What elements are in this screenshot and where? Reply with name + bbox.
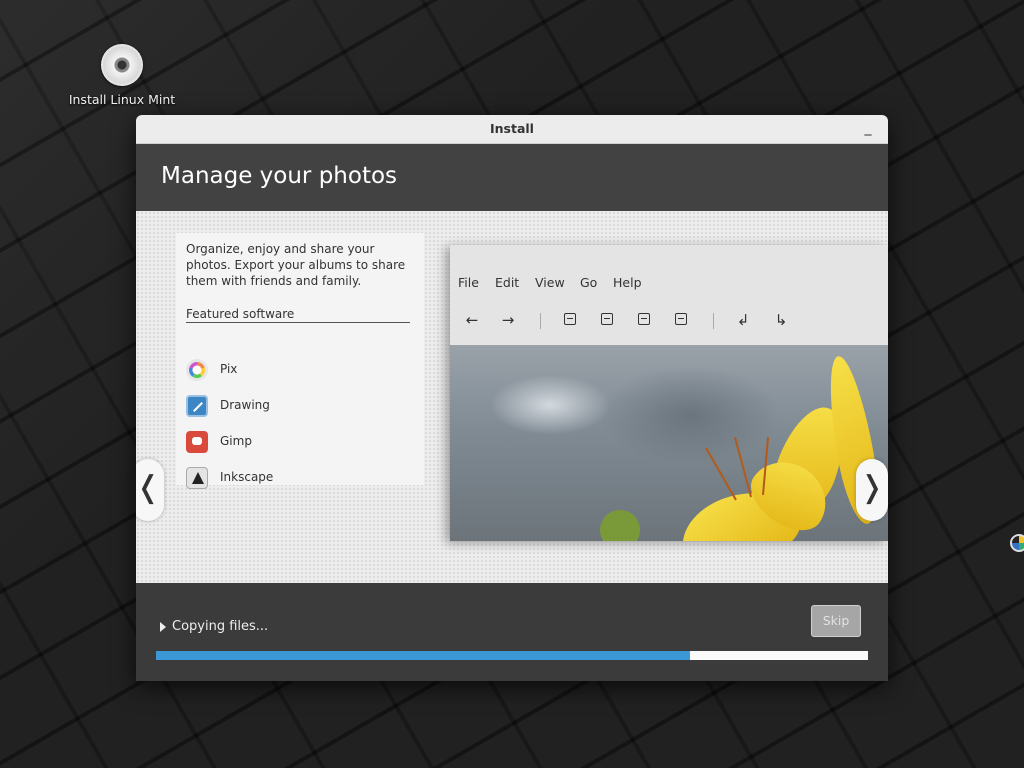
app-label: Drawing xyxy=(220,398,270,412)
progress-bar xyxy=(156,651,868,660)
slide-description: Organize, enjoy and share your photos. E… xyxy=(186,242,406,288)
featured-software-heading: Featured software xyxy=(186,307,410,323)
next-slide-button[interactable]: ❭ xyxy=(856,459,888,521)
toolbar-separator xyxy=(540,313,541,329)
rotate-left-icon: ↲ xyxy=(736,311,750,329)
minimize-button[interactable]: _ xyxy=(860,119,876,137)
install-footer: Copying files... Skip xyxy=(136,585,888,681)
status-text: Copying files... xyxy=(172,619,269,634)
disc-icon xyxy=(101,44,143,86)
stamen-shape xyxy=(705,447,737,501)
install-linux-mint-desktop-icon[interactable]: Install Linux Mint xyxy=(62,44,182,107)
zoom-normal-icon xyxy=(638,313,650,325)
lily-photo xyxy=(450,345,888,541)
app-label: Pix xyxy=(220,362,238,376)
window-title: Install xyxy=(490,121,534,136)
skip-button[interactable]: Skip xyxy=(811,605,861,637)
title-bar[interactable]: Install _ xyxy=(136,115,888,144)
zoom-fit-icon xyxy=(675,313,687,325)
preview-menu-view: View xyxy=(535,275,565,290)
app-item-pix: Pix xyxy=(186,357,386,381)
app-item-drawing: Drawing xyxy=(186,393,386,417)
forward-arrow-icon: → xyxy=(501,311,515,329)
system-tray-icon[interactable] xyxy=(1010,534,1024,552)
app-item-inkscape: Inkscape xyxy=(186,465,386,489)
page-title: Manage your photos xyxy=(161,163,398,189)
preview-menu-go: Go xyxy=(580,275,598,290)
app-label: Inkscape xyxy=(220,470,274,484)
status-expander[interactable]: Copying files... xyxy=(160,619,268,634)
toolbar-separator xyxy=(713,313,714,329)
pix-screenshot-preview: File Edit View Go Help ← → ↲ ↳ xyxy=(450,245,888,541)
slideshow-panel: Organize, enjoy and share your photos. E… xyxy=(136,211,888,583)
preview-menubar: File Edit View Go Help xyxy=(450,275,888,295)
app-label: Gimp xyxy=(220,434,252,448)
drawing-icon xyxy=(186,394,208,417)
leaf-shape xyxy=(600,510,640,541)
gimp-icon xyxy=(186,430,208,453)
expander-triangle-icon xyxy=(160,621,166,632)
preview-toolbar: ← → ↲ ↳ xyxy=(450,309,888,333)
preview-menu-help: Help xyxy=(613,275,642,290)
desktop-icon-label: Install Linux Mint xyxy=(68,92,176,107)
installer-window: Install _ Manage your photos Organize, e… xyxy=(136,115,888,681)
preview-menu-edit: Edit xyxy=(495,275,520,290)
slide-header: Manage your photos xyxy=(136,144,888,211)
rotate-right-icon: ↳ xyxy=(774,311,788,329)
back-arrow-icon: ← xyxy=(465,311,479,329)
feature-card: Organize, enjoy and share your photos. E… xyxy=(176,233,424,489)
app-item-gimp: Gimp xyxy=(186,429,386,453)
zoom-out-icon xyxy=(564,313,576,325)
previous-slide-button[interactable]: ❬ xyxy=(136,459,164,521)
pix-icon xyxy=(186,358,208,381)
progress-fill xyxy=(156,651,690,660)
stamen-shape xyxy=(733,436,752,498)
preview-menu-file: File xyxy=(458,275,479,290)
zoom-in-icon xyxy=(601,313,613,325)
inkscape-icon xyxy=(186,466,208,489)
